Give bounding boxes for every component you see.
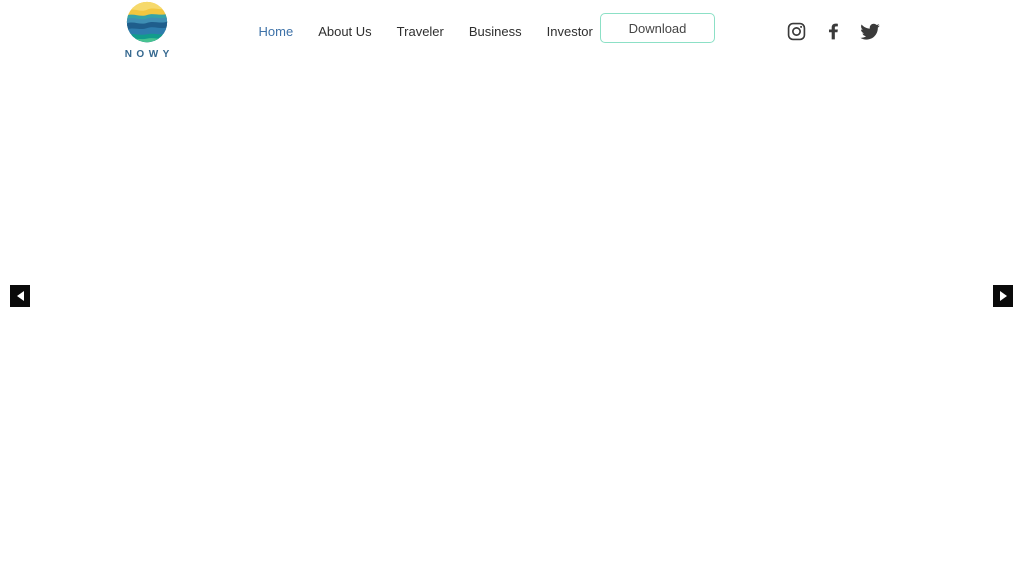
nav-item-investor[interactable]: Investor: [534, 18, 605, 45]
twitter-icon[interactable]: [860, 21, 880, 41]
nav-item-about-us[interactable]: About Us: [306, 18, 384, 45]
wave-circle-logo-icon: [126, 1, 168, 43]
hero-carousel-stage: [0, 62, 1024, 576]
arrow-left-icon: [17, 291, 24, 301]
site-header: NOWY Home About Us Traveler Business Inv…: [0, 0, 1024, 62]
nav-item-traveler[interactable]: Traveler: [384, 18, 456, 45]
instagram-icon[interactable]: [786, 21, 806, 41]
nav-item-home[interactable]: Home: [246, 18, 306, 45]
social-links: [786, 0, 880, 62]
main-nav: Home About Us Traveler Business Investor…: [246, 0, 656, 62]
download-button[interactable]: Download: [600, 13, 715, 43]
carousel-next-button[interactable]: [993, 285, 1013, 307]
facebook-icon[interactable]: [823, 21, 843, 41]
brand-logo[interactable]: NOWY: [119, 1, 175, 60]
nav-item-business[interactable]: Business: [456, 18, 534, 45]
carousel-prev-button[interactable]: [10, 285, 30, 307]
brand-name: NOWY: [119, 49, 175, 60]
arrow-right-icon: [1000, 291, 1007, 301]
